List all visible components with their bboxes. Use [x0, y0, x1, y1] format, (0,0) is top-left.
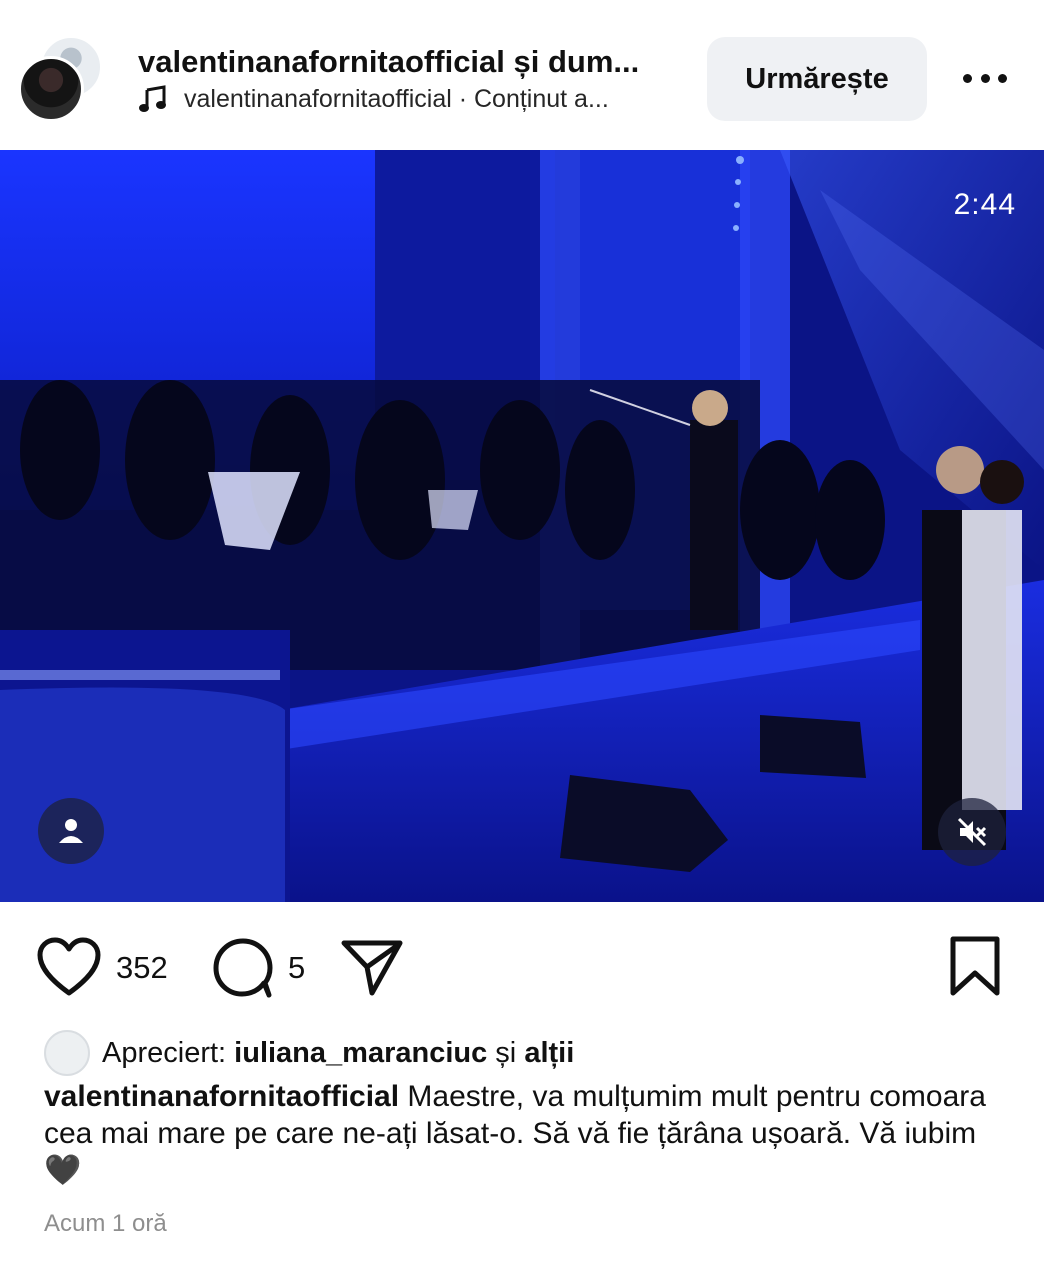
post-header: valentinanafornitaofficial și dum... val…	[0, 0, 1044, 150]
muted-speaker-icon[interactable]	[938, 798, 1006, 866]
author-avatars[interactable]	[18, 36, 108, 126]
likes-joiner: și	[495, 1036, 517, 1069]
author-avatar[interactable]	[18, 56, 84, 122]
person-icon	[59, 819, 83, 843]
comment-bubble-icon[interactable]	[212, 937, 274, 999]
concert-stage-image	[0, 150, 1044, 902]
follow-button[interactable]: Urmărește	[707, 37, 927, 121]
heart-icon[interactable]	[36, 937, 102, 999]
bookmark-icon[interactable]	[948, 935, 1002, 999]
author-names[interactable]: valentinanafornitaofficial și dum...	[138, 44, 686, 80]
comment-count[interactable]: 5	[288, 950, 305, 986]
audio-row[interactable]: valentinanafornitaofficial · Conținut a.…	[138, 84, 686, 114]
user-tag-icon[interactable]	[38, 798, 104, 864]
post-caption: valentinanafornitaofficial Maestre, va m…	[44, 1078, 1004, 1189]
likes-others[interactable]: alții	[524, 1037, 574, 1069]
likes-summary[interactable]: Apreciert: iuliana_maranciuc și alții	[44, 1030, 574, 1076]
audio-label: valentinanafornitaofficial · Conținut a.…	[184, 84, 609, 113]
video-player[interactable]: 2:44	[0, 150, 1044, 902]
like-count[interactable]: 352	[116, 950, 168, 986]
liker-username[interactable]: iuliana_maranciuc	[234, 1037, 487, 1069]
time-remaining: 2:44	[953, 188, 1016, 221]
speaker-off-icon	[957, 817, 987, 847]
caption-username[interactable]: valentinanafornitaofficial	[44, 1080, 399, 1113]
post-actions: 352 5	[0, 902, 1044, 1032]
likes-text: Apreciert: iuliana_maranciuc și alții	[102, 1037, 574, 1070]
liker-avatar[interactable]	[44, 1030, 90, 1076]
paper-plane-icon[interactable]	[340, 937, 404, 999]
music-note-icon	[139, 85, 166, 112]
more-options-icon[interactable]	[955, 58, 1015, 98]
post-timestamp: Acum 1 oră	[44, 1210, 167, 1237]
likes-prefix: Apreciert:	[102, 1036, 227, 1069]
